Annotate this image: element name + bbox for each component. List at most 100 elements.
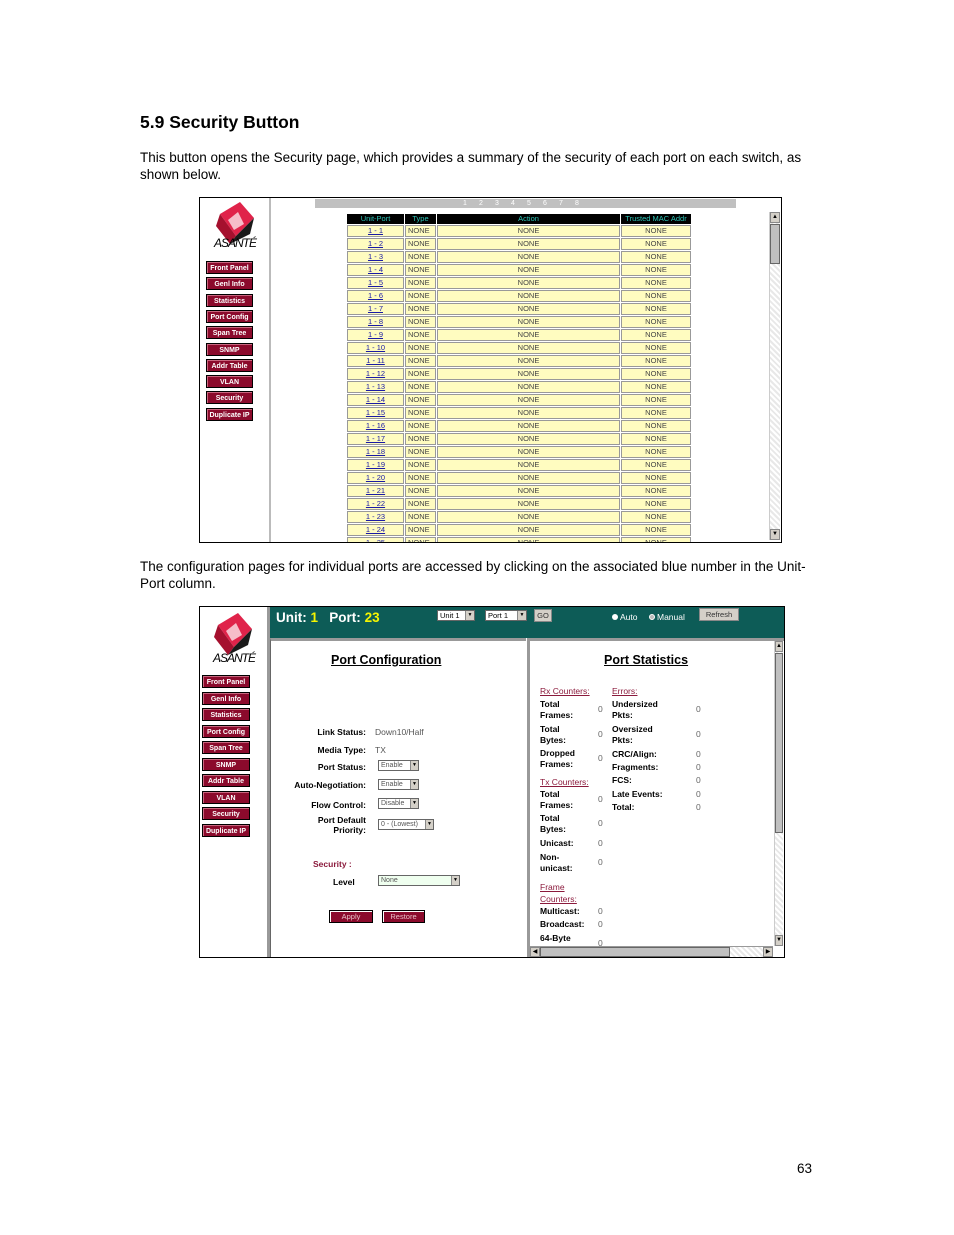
- nav-front-panel-button[interactable]: Front Panel: [202, 675, 250, 688]
- unit-tab-2[interactable]: 2: [479, 199, 495, 208]
- nav-statistics-button[interactable]: Statistics: [206, 293, 253, 307]
- unit-tab-4[interactable]: 4: [511, 199, 527, 208]
- scroll-down-icon[interactable]: ▼: [775, 935, 783, 946]
- table-row: 1 - 10 NONE NONE NONE: [347, 342, 691, 354]
- horizontal-scrollbar[interactable]: ◀ ▶: [530, 946, 773, 957]
- trusted-mac-cell: NONE: [621, 407, 691, 419]
- nav-front-panel-button[interactable]: Front Panel: [206, 261, 253, 274]
- type-cell: NONE: [405, 355, 436, 367]
- unit-port-link[interactable]: 1 - 16: [347, 420, 404, 432]
- nav-port-config-button[interactable]: Port Config: [202, 724, 250, 738]
- nav-snmp-button[interactable]: SNMP: [206, 342, 253, 356]
- unit-port-link[interactable]: 1 - 10: [347, 342, 404, 354]
- unit-port-link[interactable]: 1 - 17: [347, 433, 404, 445]
- unit-port-link[interactable]: 1 - 11: [347, 355, 404, 367]
- auto-radio[interactable]: Auto: [612, 612, 638, 622]
- nav-duplicate-ip-button[interactable]: Duplicate IP: [202, 823, 250, 837]
- nav-addr-table-button[interactable]: Addr Table: [206, 358, 253, 372]
- nav-genl-info-button[interactable]: Genl Info: [202, 691, 250, 705]
- unit-port-link[interactable]: 1 - 15: [347, 407, 404, 419]
- unit-tab-7[interactable]: 7: [559, 199, 575, 208]
- unit-port-link[interactable]: 1 - 2: [347, 238, 404, 250]
- scroll-thumb[interactable]: [770, 224, 780, 264]
- nav-snmp-button[interactable]: SNMP: [202, 757, 250, 771]
- scroll-right-icon[interactable]: ▶: [763, 947, 773, 957]
- go-button[interactable]: GO: [534, 609, 552, 622]
- vertical-scrollbar[interactable]: ▲ ▼: [774, 641, 783, 946]
- nav-security-button[interactable]: Security: [206, 391, 253, 405]
- unit-port-link[interactable]: 1 - 8: [347, 316, 404, 328]
- unit-port-link[interactable]: 1 - 14: [347, 394, 404, 406]
- nav-vlan-button[interactable]: VLAN: [202, 790, 250, 804]
- type-cell: NONE: [405, 316, 436, 328]
- nav-span-tree-button[interactable]: Span Tree: [206, 326, 253, 340]
- frame-counters-link[interactable]: Frame Counters:: [540, 881, 577, 905]
- table-row: 1 - 4 NONE NONE NONE: [347, 264, 691, 276]
- type-cell: NONE: [405, 225, 436, 237]
- unit-port-link[interactable]: 1 - 22: [347, 498, 404, 510]
- scroll-up-icon[interactable]: ▲: [770, 212, 780, 223]
- rx-counters-link[interactable]: Rx Counters:: [540, 686, 590, 696]
- unit-port-link[interactable]: 1 - 21: [347, 485, 404, 497]
- unit-port-link[interactable]: 1 - 18: [347, 446, 404, 458]
- unit-port-link[interactable]: 1 - 25: [347, 537, 404, 542]
- scroll-down-icon[interactable]: ▼: [770, 529, 780, 540]
- security-section-label: Security :: [313, 859, 352, 869]
- restore-button[interactable]: Restore: [382, 910, 425, 923]
- flow-control-select[interactable]: Disable ▼: [378, 798, 419, 809]
- tx-counters-link[interactable]: Tx Counters:: [540, 777, 589, 787]
- nav-addr-table-button[interactable]: Addr Table: [202, 774, 250, 787]
- nav-vlan-button[interactable]: VLAN: [206, 375, 253, 389]
- refresh-button[interactable]: Refresh: [699, 608, 739, 621]
- horizontal-scroll-thumb[interactable]: [540, 947, 730, 957]
- nav-security-button[interactable]: Security: [202, 807, 250, 820]
- unit-port-link[interactable]: 1 - 12: [347, 368, 404, 380]
- unit-port-link[interactable]: 1 - 3: [347, 251, 404, 263]
- scroll-thumb[interactable]: [775, 653, 783, 833]
- trusted-mac-cell: NONE: [621, 472, 691, 484]
- unit-tab-3[interactable]: 3: [495, 199, 511, 208]
- unit-tab-5[interactable]: 5: [527, 199, 543, 208]
- unit-port-link[interactable]: 1 - 6: [347, 290, 404, 302]
- errors-link[interactable]: Errors:: [612, 686, 638, 696]
- type-cell: NONE: [405, 537, 436, 542]
- security-level-select[interactable]: None ▼: [378, 875, 460, 886]
- security-level-value: None: [381, 877, 398, 884]
- port-status-select[interactable]: Enable ▼: [378, 760, 419, 771]
- unit-port-link[interactable]: 1 - 23: [347, 511, 404, 523]
- unit-port-link[interactable]: 1 - 13: [347, 381, 404, 393]
- nav-statistics-button[interactable]: Statistics: [202, 708, 250, 721]
- nav-genl-info-button[interactable]: Genl Info: [206, 277, 253, 291]
- trusted-mac-cell: NONE: [621, 394, 691, 406]
- auto-label: Auto: [620, 612, 638, 622]
- unit-tab-8[interactable]: 8: [575, 199, 591, 208]
- apply-button[interactable]: Apply: [329, 910, 373, 923]
- vertical-scrollbar[interactable]: ▲ ▼: [769, 212, 780, 540]
- manual-radio[interactable]: Manual: [649, 612, 685, 622]
- unit-port-link[interactable]: 1 - 20: [347, 472, 404, 484]
- unit-tab-1[interactable]: 1: [463, 199, 479, 208]
- nav-port-config-button[interactable]: Port Config: [206, 309, 253, 323]
- rx-stat-value: 0: [598, 753, 603, 763]
- port-config-screenshot: ASANTÉ Front Panel Genl Info Statistics Por…: [199, 606, 785, 958]
- unit-port-link[interactable]: 1 - 7: [347, 303, 404, 315]
- table-row: 1 - 15 NONE NONE NONE: [347, 407, 691, 419]
- unit-port-link[interactable]: 1 - 1: [347, 225, 404, 237]
- unit-port-link[interactable]: 1 - 24: [347, 524, 404, 536]
- unit-select[interactable]: Unit 1 ▼: [437, 610, 475, 621]
- unit-port-link[interactable]: 1 - 9: [347, 329, 404, 341]
- auto-negotiation-select[interactable]: Enable ▼: [378, 779, 419, 790]
- stat-label-line1: Non-: [540, 852, 560, 862]
- scroll-left-icon[interactable]: ◀: [530, 947, 540, 957]
- tx-stat-label: Total Bytes:: [540, 813, 566, 835]
- priority-select[interactable]: 0 - (Lowest) ▼: [378, 819, 434, 830]
- stat-label-line1: Multicast:: [540, 906, 580, 916]
- nav-span-tree-button[interactable]: Span Tree: [202, 741, 250, 754]
- port-select[interactable]: Port 1 ▼: [485, 610, 527, 621]
- unit-port-link[interactable]: 1 - 5: [347, 277, 404, 289]
- unit-tab-6[interactable]: 6: [543, 199, 559, 208]
- unit-port-link[interactable]: 1 - 4: [347, 264, 404, 276]
- unit-port-link[interactable]: 1 - 19: [347, 459, 404, 471]
- scroll-up-icon[interactable]: ▲: [775, 641, 783, 652]
- nav-duplicate-ip-button[interactable]: Duplicate IP: [206, 407, 253, 421]
